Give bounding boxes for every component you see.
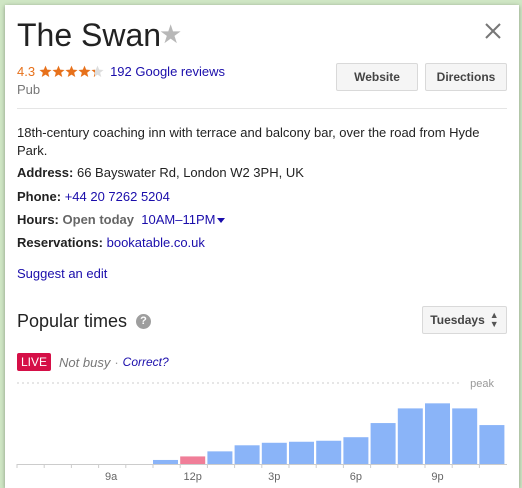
chart-tick-label: 6p: [350, 471, 362, 483]
chart-bar: [343, 437, 369, 464]
chart-bar: [180, 456, 206, 464]
chart-bar: [316, 440, 342, 464]
phone-link[interactable]: +44 20 7262 5204: [65, 189, 170, 204]
chart-bar: [289, 441, 314, 464]
reservations-row: Reservations: bookatable.co.uk: [17, 234, 205, 252]
popular-times-title: Popular times: [17, 311, 128, 331]
day-select[interactable]: Tuesdays ▲ ▼: [422, 306, 507, 334]
chart-bar: [370, 423, 396, 464]
rating-row: 4.3 192 Google reviews: [17, 62, 225, 80]
day-select-value: Tuesdays: [430, 313, 485, 327]
chart-bar: [153, 459, 178, 464]
chart-tick-label: 9p: [431, 471, 443, 483]
chart-bar: [261, 442, 287, 464]
star-icon: [39, 65, 52, 77]
reservations-link[interactable]: bookatable.co.uk: [107, 235, 205, 250]
phone-label: Phone:: [17, 189, 62, 204]
address-label: Address:: [17, 165, 74, 180]
star-icon: [65, 65, 78, 77]
chart-bar: [479, 425, 505, 464]
chart-tick-label: 12p: [184, 471, 202, 483]
divider: [17, 108, 507, 109]
place-card: The Swan ★ 4.3 192 Google reviews Pub We…: [5, 5, 519, 488]
hours-dropdown[interactable]: 10AM–11PM: [138, 212, 226, 227]
directions-button[interactable]: Directions: [425, 63, 507, 91]
live-badge: LIVE: [17, 353, 52, 371]
place-description: 18th-century coaching inn with terrace a…: [17, 125, 480, 158]
chart-bar: [452, 408, 478, 464]
close-icon[interactable]: [483, 21, 503, 41]
chart-bar: [234, 445, 260, 464]
caret-down-icon: [217, 218, 226, 224]
hours-row: Hours: Open today 10AM–11PM: [17, 211, 226, 229]
chart-bar: [425, 403, 450, 464]
chart-tick-label: 3p: [268, 471, 280, 483]
rating-value: 4.3: [17, 63, 36, 79]
hours-value: 10AM–11PM: [141, 212, 216, 227]
star-save-icon[interactable]: ★: [159, 19, 182, 49]
hours-status: Open today: [62, 212, 135, 227]
website-button[interactable]: Website: [336, 63, 418, 91]
place-category: Pub: [17, 82, 41, 97]
address-value: 66 Bayswater Rd, London W2 3PH, UK: [76, 165, 304, 180]
chart-bar: [207, 451, 233, 464]
star-icon: [52, 65, 65, 77]
help-icon[interactable]: ?: [136, 314, 151, 329]
reviews-link[interactable]: 192 Google reviews: [110, 64, 225, 79]
chart-bar: [397, 408, 423, 464]
correct-link[interactable]: Correct?: [123, 355, 169, 369]
hours-label: Hours:: [17, 212, 59, 227]
star-icon: [91, 65, 104, 77]
place-title: The Swan: [17, 17, 162, 53]
live-row: LIVE Not busy · Correct?: [17, 352, 169, 372]
separator: ·: [114, 354, 119, 370]
updown-arrows-icon: ▲ ▼: [489, 310, 499, 329]
live-status: Not busy: [59, 354, 111, 370]
rating-stars: [39, 65, 104, 78]
reservations-label: Reservations:: [17, 235, 103, 250]
star-icon: [78, 65, 91, 77]
suggest-edit-link[interactable]: Suggest an edit: [17, 266, 107, 281]
address-row: Address: 66 Bayswater Rd, London W2 3PH,…: [17, 164, 304, 182]
phone-row: Phone: +44 20 7262 5204: [17, 188, 170, 206]
popular-times-chart: peak 9a 12p 3p 6p 9p: [16, 378, 507, 483]
peak-label: peak: [470, 378, 494, 390]
chart-tick-label: 9a: [105, 471, 118, 483]
